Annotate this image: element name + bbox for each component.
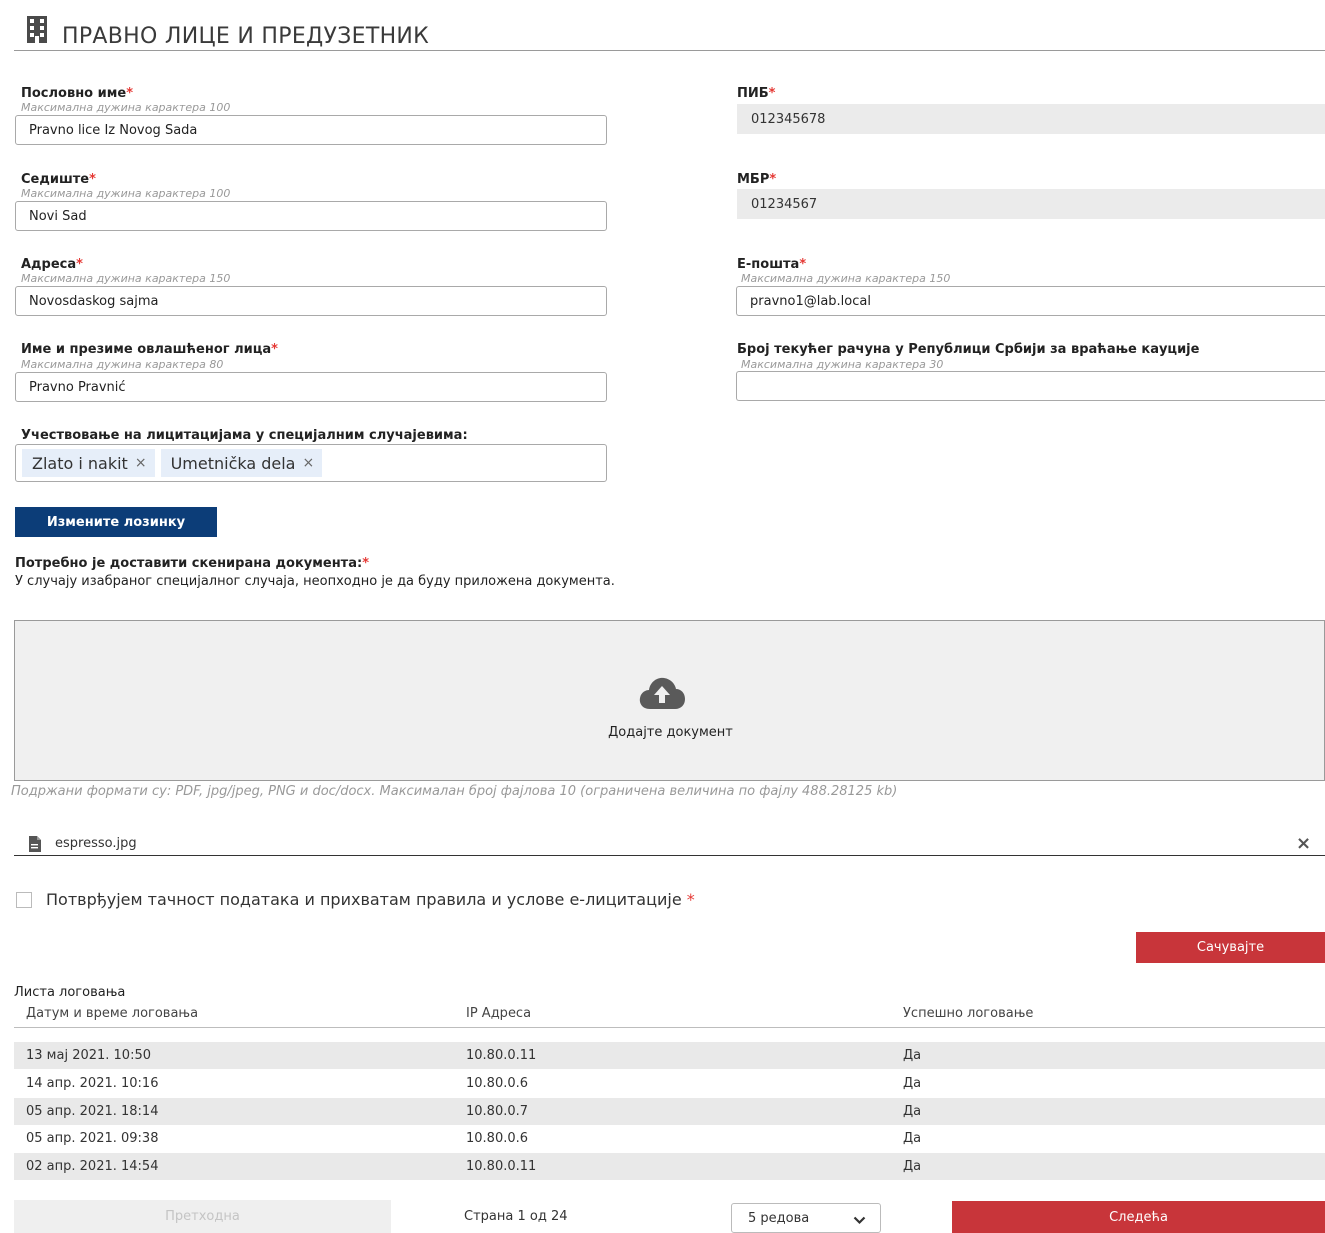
consent-label: Потврђујем тачност података и прихватам … <box>46 890 695 909</box>
authorized-person-input[interactable]: Pravno Pravnić <box>15 372 607 402</box>
table-row: 14 апр. 2021. 10:16 10.80.0.6 Да <box>14 1070 1325 1097</box>
address-input[interactable]: Novosdaskog sajma <box>15 286 607 316</box>
cell-success: Да <box>903 1076 922 1091</box>
seat-hint: Максимална дужина карактера 100 <box>21 187 231 200</box>
cell-ip: 10.80.0.6 <box>466 1131 529 1146</box>
table-row: 05 апр. 2021. 09:38 10.80.0.6 Да <box>14 1125 1325 1152</box>
file-name: espresso.jpg <box>55 836 137 851</box>
email-hint: Максимална дужина карактера 150 <box>741 272 951 285</box>
address-label: Адреса* <box>21 257 83 272</box>
rows-per-page-value: 5 редова <box>748 1210 810 1226</box>
building-icon <box>26 15 48 43</box>
tag-chip: Zlato i nakit × <box>22 449 155 477</box>
special-cases-multiselect[interactable]: Zlato i nakit × Umetnička dela × <box>15 444 607 482</box>
consent-checkbox[interactable] <box>16 892 32 908</box>
formats-note: Подржани формати су: PDF, jpg/jpeg, PNG … <box>11 784 898 799</box>
column-header-success: Успешно логовање <box>903 1006 1034 1021</box>
remove-tag-icon[interactable]: × <box>135 455 147 471</box>
special-cases-label: Учествовање на лицитацијама у специјални… <box>21 428 468 443</box>
chevron-down-icon <box>853 1214 866 1229</box>
email-label: Е-пошта* <box>737 257 807 272</box>
column-header-ip: IP Адреса <box>466 1006 532 1021</box>
table-header-divider <box>14 1027 1325 1028</box>
cell-ip: 10.80.0.7 <box>466 1104 529 1119</box>
mbr-value: 01234567 <box>751 196 818 212</box>
cell-success: Да <box>903 1104 922 1119</box>
documents-title: Потребно је доставити скенирана документ… <box>15 556 369 571</box>
pib-label: ПИБ* <box>737 86 776 101</box>
upload-label: Додајте документ <box>608 725 733 740</box>
rows-per-page-select[interactable]: 5 редова <box>731 1203 881 1233</box>
cell-success: Да <box>903 1131 922 1146</box>
table-row: 05 апр. 2021. 18:14 10.80.0.7 Да <box>14 1098 1325 1125</box>
cell-datetime: 05 апр. 2021. 09:38 <box>26 1131 159 1146</box>
email-input[interactable]: pravno1@lab.local <box>736 286 1325 316</box>
next-page-button[interactable]: Следећа <box>952 1201 1325 1233</box>
login-list-title: Листа логовања <box>14 985 126 1000</box>
cell-ip: 10.80.0.11 <box>466 1159 537 1174</box>
page-title: ПРАВНО ЛИЦЕ И ПРЕДУЗЕТНИК <box>62 24 430 49</box>
pib-field: 012345678 <box>737 104 1325 134</box>
cell-success: Да <box>903 1159 922 1174</box>
save-button[interactable]: Сачувајте <box>1136 932 1325 963</box>
email-value: pravno1@lab.local <box>750 293 871 309</box>
cell-datetime: 05 апр. 2021. 18:14 <box>26 1104 159 1119</box>
mbr-field: 01234567 <box>737 189 1325 219</box>
authorized-person-value: Pravno Pravnić <box>29 379 126 395</box>
tag-label: Zlato i nakit <box>32 453 128 473</box>
business-name-value: Pravno lice Iz Novog Sada <box>29 122 198 138</box>
business-name-input[interactable]: Pravno lice Iz Novog Sada <box>15 115 607 145</box>
remove-tag-icon[interactable]: × <box>302 455 314 471</box>
cell-datetime: 13 мај 2021. 10:50 <box>26 1048 152 1063</box>
bank-account-label: Број текућег рачуна у Републици Србији з… <box>737 342 1200 357</box>
documents-description: У случају изабраног специјалног случаја,… <box>15 574 615 589</box>
change-password-button[interactable]: Измените лозинку <box>15 507 217 537</box>
file-divider <box>14 855 1325 856</box>
seat-value: Novi Sad <box>29 208 87 224</box>
table-row: 02 апр. 2021. 14:54 10.80.0.11 Да <box>14 1153 1325 1180</box>
tag-chip: Umetnička dela × <box>160 449 323 477</box>
pib-value: 012345678 <box>751 111 826 127</box>
business-name-label: Пословно име* <box>21 86 133 101</box>
cloud-upload-icon <box>638 673 686 713</box>
cell-datetime: 02 апр. 2021. 14:54 <box>26 1159 159 1174</box>
previous-page-button[interactable]: Претходна <box>14 1200 391 1233</box>
mbr-label: МБР* <box>737 172 777 187</box>
bank-account-hint: Максимална дужина карактера 30 <box>741 358 944 371</box>
authorized-person-label: Име и презиме овлашћеног лица* <box>21 342 278 357</box>
cell-success: Да <box>903 1048 922 1063</box>
authorized-person-hint: Максимална дужина карактера 80 <box>21 358 224 371</box>
address-value: Novosdaskog sajma <box>29 293 159 309</box>
bank-account-input[interactable] <box>736 371 1325 401</box>
cell-ip: 10.80.0.6 <box>466 1076 529 1091</box>
remove-file-icon[interactable]: × <box>1296 833 1311 854</box>
page-info: Страна 1 од 24 <box>464 1209 568 1224</box>
address-hint: Максимална дужина карактера 150 <box>21 272 231 285</box>
file-icon <box>28 836 42 852</box>
cell-ip: 10.80.0.11 <box>466 1048 537 1063</box>
cell-datetime: 14 апр. 2021. 10:16 <box>26 1076 159 1091</box>
table-row: 13 мај 2021. 10:50 10.80.0.11 Да <box>14 1042 1325 1069</box>
business-name-hint: Максимална дужина карактера 100 <box>21 101 231 114</box>
seat-input[interactable]: Novi Sad <box>15 201 607 231</box>
tag-label: Umetnička dela <box>170 453 296 473</box>
column-header-datetime: Датум и време логовања <box>26 1006 199 1021</box>
upload-dropzone[interactable]: Додајте документ <box>14 620 1325 781</box>
header-divider <box>14 50 1325 51</box>
seat-label: Седиште* <box>21 172 96 187</box>
